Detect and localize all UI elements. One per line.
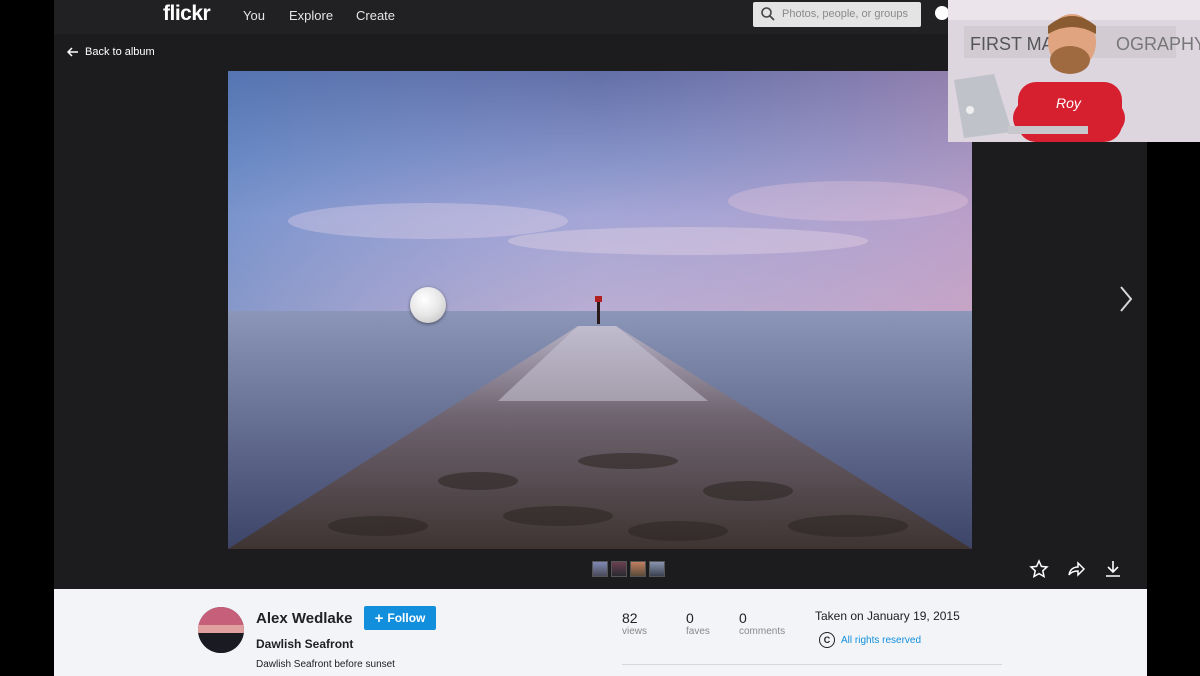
plus-icon: + [374,609,384,627]
webcam-sign-right: OGRAPHY [1116,34,1200,54]
thumbnail[interactable] [649,561,665,577]
stat-value: 82 [622,610,638,626]
back-to-album-link[interactable]: Back to album [67,46,155,58]
follow-label: Follow [387,611,426,625]
thumbnail[interactable] [611,561,627,577]
stat-value: 0 [686,610,694,626]
cursor-indicator [410,287,446,323]
stat-faves: 0 faves [686,610,710,637]
author-name[interactable]: Alex Wedlake [256,610,352,627]
copyright-icon: C [819,632,835,648]
download-icon[interactable] [1103,559,1123,579]
webcam-overlay: FIRST MAN OGRAPHY Roy [948,0,1200,142]
back-label: Back to album [85,46,155,58]
stat-label: views [622,626,648,637]
next-photo-arrow-icon[interactable] [1116,284,1136,314]
webcam-shirt-text: Roy [1056,95,1082,111]
stat-label: comments [739,626,786,637]
search-placeholder: Photos, people, or groups [782,8,908,20]
share-icon[interactable] [1066,559,1086,579]
stat-label: faves [686,626,710,637]
thumbnail[interactable] [592,561,608,577]
stat-value: 0 [739,610,747,626]
taken-date: Taken on January 19, 2015 [815,609,960,623]
upload-icon[interactable] [935,6,949,20]
main-photo[interactable] [228,71,972,549]
star-icon[interactable] [1029,559,1049,579]
arrow-left-icon [67,47,78,57]
photo-thumbnail-strip [592,561,665,577]
photo-info-panel: Alex Wedlake + Follow Dawlish Seafront D… [54,589,1147,676]
license-link[interactable]: All rights reserved [841,635,921,646]
license[interactable]: C All rights reserved [819,632,921,648]
photo-description: Dawlish Seafront before sunset [256,659,395,670]
avatar[interactable] [198,607,244,653]
flickr-logo[interactable]: flickr [163,2,211,26]
photo-title: Dawlish Seafront [256,637,354,651]
stat-views: 82 views [622,610,647,637]
nav-create[interactable]: Create [356,8,395,23]
divider [622,664,1002,665]
thumbnail[interactable] [630,561,646,577]
stat-comments: 0 comments [739,610,785,637]
nav-explore[interactable]: Explore [289,8,333,23]
nav-you[interactable]: You [243,8,265,23]
search-input[interactable]: Photos, people, or groups [753,2,921,27]
follow-button[interactable]: + Follow [364,606,436,630]
search-icon [761,7,775,21]
